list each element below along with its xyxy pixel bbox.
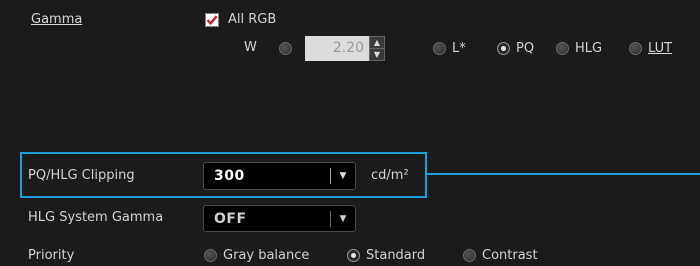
priority-label: Priority <box>28 248 75 263</box>
gamma-mode-hlg[interactable]: HLG <box>556 41 602 56</box>
priority-option-label: Standard <box>366 248 426 263</box>
w-label: W <box>244 40 257 55</box>
clipping-label: PQ/HLG Clipping <box>28 168 135 183</box>
priority-option-label: Gray balance <box>223 248 310 263</box>
gamma-mode-pq[interactable]: PQ <box>497 41 534 56</box>
gamma-mode-label: L* <box>452 41 466 56</box>
spin-up-icon[interactable]: ▲ <box>370 37 384 48</box>
all-rgb-label: All RGB <box>228 12 277 27</box>
clipping-unit: cd/m² <box>371 168 409 183</box>
gamma-link[interactable]: Gamma <box>31 12 82 27</box>
gamma-mode-label: HLG <box>575 41 603 56</box>
clipping-value: 300 <box>214 168 245 184</box>
gamma-mode-label: PQ <box>516 41 535 56</box>
clipping-combo[interactable]: 300 ▼ <box>203 162 356 190</box>
hlg-system-gamma-label: HLG System Gamma <box>28 210 164 225</box>
check-icon <box>206 15 218 26</box>
all-rgb-checkbox[interactable] <box>205 13 219 27</box>
gamma-mode-lut[interactable]: LUT <box>629 41 672 56</box>
radio-icon <box>347 249 360 262</box>
radio-icon <box>463 249 476 262</box>
gamma-spinner[interactable]: ▲ ▼ <box>369 36 385 61</box>
radio-icon <box>204 249 217 262</box>
gamma-mode-lstar[interactable]: L* <box>433 41 466 56</box>
chevron-down-icon[interactable]: ▼ <box>331 171 355 181</box>
radio-icon <box>556 42 569 55</box>
radio-icon <box>497 42 510 55</box>
w-radio[interactable] <box>279 42 292 55</box>
gamma-mode-label[interactable]: LUT <box>648 41 672 56</box>
callout-line <box>427 173 700 175</box>
chevron-down-icon[interactable]: ▼ <box>331 214 355 224</box>
radio-icon <box>629 42 642 55</box>
priority-standard[interactable]: Standard <box>347 248 425 263</box>
priority-gray-balance[interactable]: Gray balance <box>204 248 309 263</box>
radio-icon <box>433 42 446 55</box>
spin-down-icon[interactable]: ▼ <box>370 48 384 60</box>
priority-contrast[interactable]: Contrast <box>463 248 538 263</box>
hlg-system-gamma-value: OFF <box>214 210 247 227</box>
gamma-value-field[interactable]: 2.20 <box>305 36 369 61</box>
priority-option-label: Contrast <box>482 248 538 263</box>
hlg-system-gamma-combo[interactable]: OFF ▼ <box>203 205 356 232</box>
